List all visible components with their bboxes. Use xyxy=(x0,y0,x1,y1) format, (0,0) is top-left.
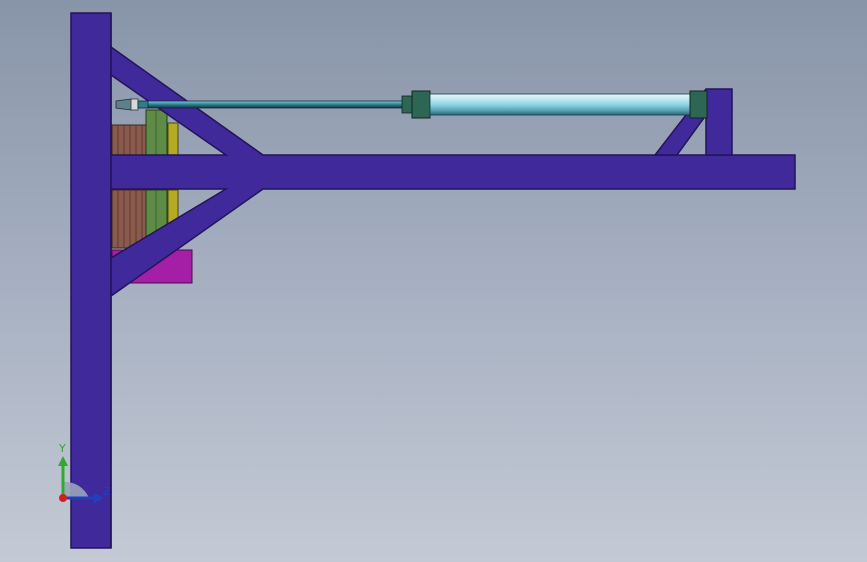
coordinate-triad: Y Z xyxy=(40,438,120,518)
graphics-viewport[interactable]: Y Z xyxy=(0,0,867,562)
coordinate-triad-icon xyxy=(58,456,104,503)
cad-model-view[interactable] xyxy=(0,0,867,562)
z-axis-label: Z xyxy=(103,485,111,498)
horizontal-arm xyxy=(110,45,796,298)
y-axis-label: Y xyxy=(59,442,66,455)
